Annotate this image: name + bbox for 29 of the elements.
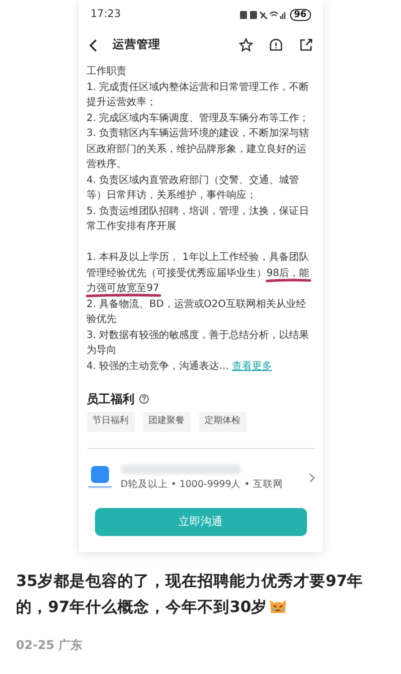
status-time: 17:23 — [90, 7, 121, 22]
help-icon — [138, 394, 148, 404]
duty-text: 2. 完成区域内车辆调度、管理及车辆分布等工作； — [86, 112, 310, 126]
chevron-icon[interactable] — [308, 473, 314, 484]
benefit-tag: 定期体检 — [198, 412, 246, 432]
requirement-text: 4. 较强的主动竞争，沟通表达... — [86, 360, 229, 372]
battery-indicator: 96 — [290, 9, 310, 21]
benefit-tag: 节日福利 — [86, 412, 134, 432]
duty-text: 3. 负责辖区内车辆运营环境的建设，不断加深与辖区政府部门的关系，维护品牌形象，建立良好的运营秩序。 — [86, 126, 310, 172]
company-info: D轮及以上 • 1000-9999人 • 互联网 — [120, 478, 284, 492]
post-text: 35岁都是包容的了，现在招聘能力优秀才要97年的，97年什么概念，今年不到30岁 — [16, 570, 364, 618]
chat-button[interactable]: 立即沟通 — [94, 508, 306, 536]
status-icons — [240, 10, 286, 20]
benefit-tag: 团建聚餐 — [142, 412, 190, 432]
back-icon[interactable] — [88, 38, 96, 52]
alert-icon[interactable] — [268, 38, 282, 52]
post-meta: 02-25 广东 — [16, 636, 84, 654]
section-heading: 工作职责 — [86, 64, 128, 79]
share-icon[interactable] — [298, 38, 312, 52]
requirement-text: 3. 对数据有较强的敏感度，善于总结分析，以结果为导向 — [86, 328, 310, 358]
more-link[interactable]: 查看更多 — [232, 360, 272, 372]
duty-text: 5. 负责运维团队招聘，培训，管理，汰换，保证日常工作安排有序开展 — [86, 204, 310, 234]
requirement-text: 1. 本科及以上学历， 1年以上工作经验，具备团队管理经验优先（可接受优秀应届毕业生）98后，能力强可放宽至97 — [86, 250, 310, 296]
page-title: 运营管理 — [112, 36, 162, 54]
star-icon[interactable] — [238, 38, 252, 52]
requirement-text: 2. 具备物流、BD，运营或O2O互联网相关从业经验优先 — [86, 298, 307, 327]
duty-text: 4. 负责区域内直管政府部门（交警、交通、城管等）日常拜访，关系维护，事件响应； — [86, 174, 300, 203]
benefits-heading: 员工福利 — [86, 391, 134, 408]
duty-text: 1. 完成责任区域内整体运营和日常管理工作，不断提升运营效率； — [86, 80, 310, 110]
